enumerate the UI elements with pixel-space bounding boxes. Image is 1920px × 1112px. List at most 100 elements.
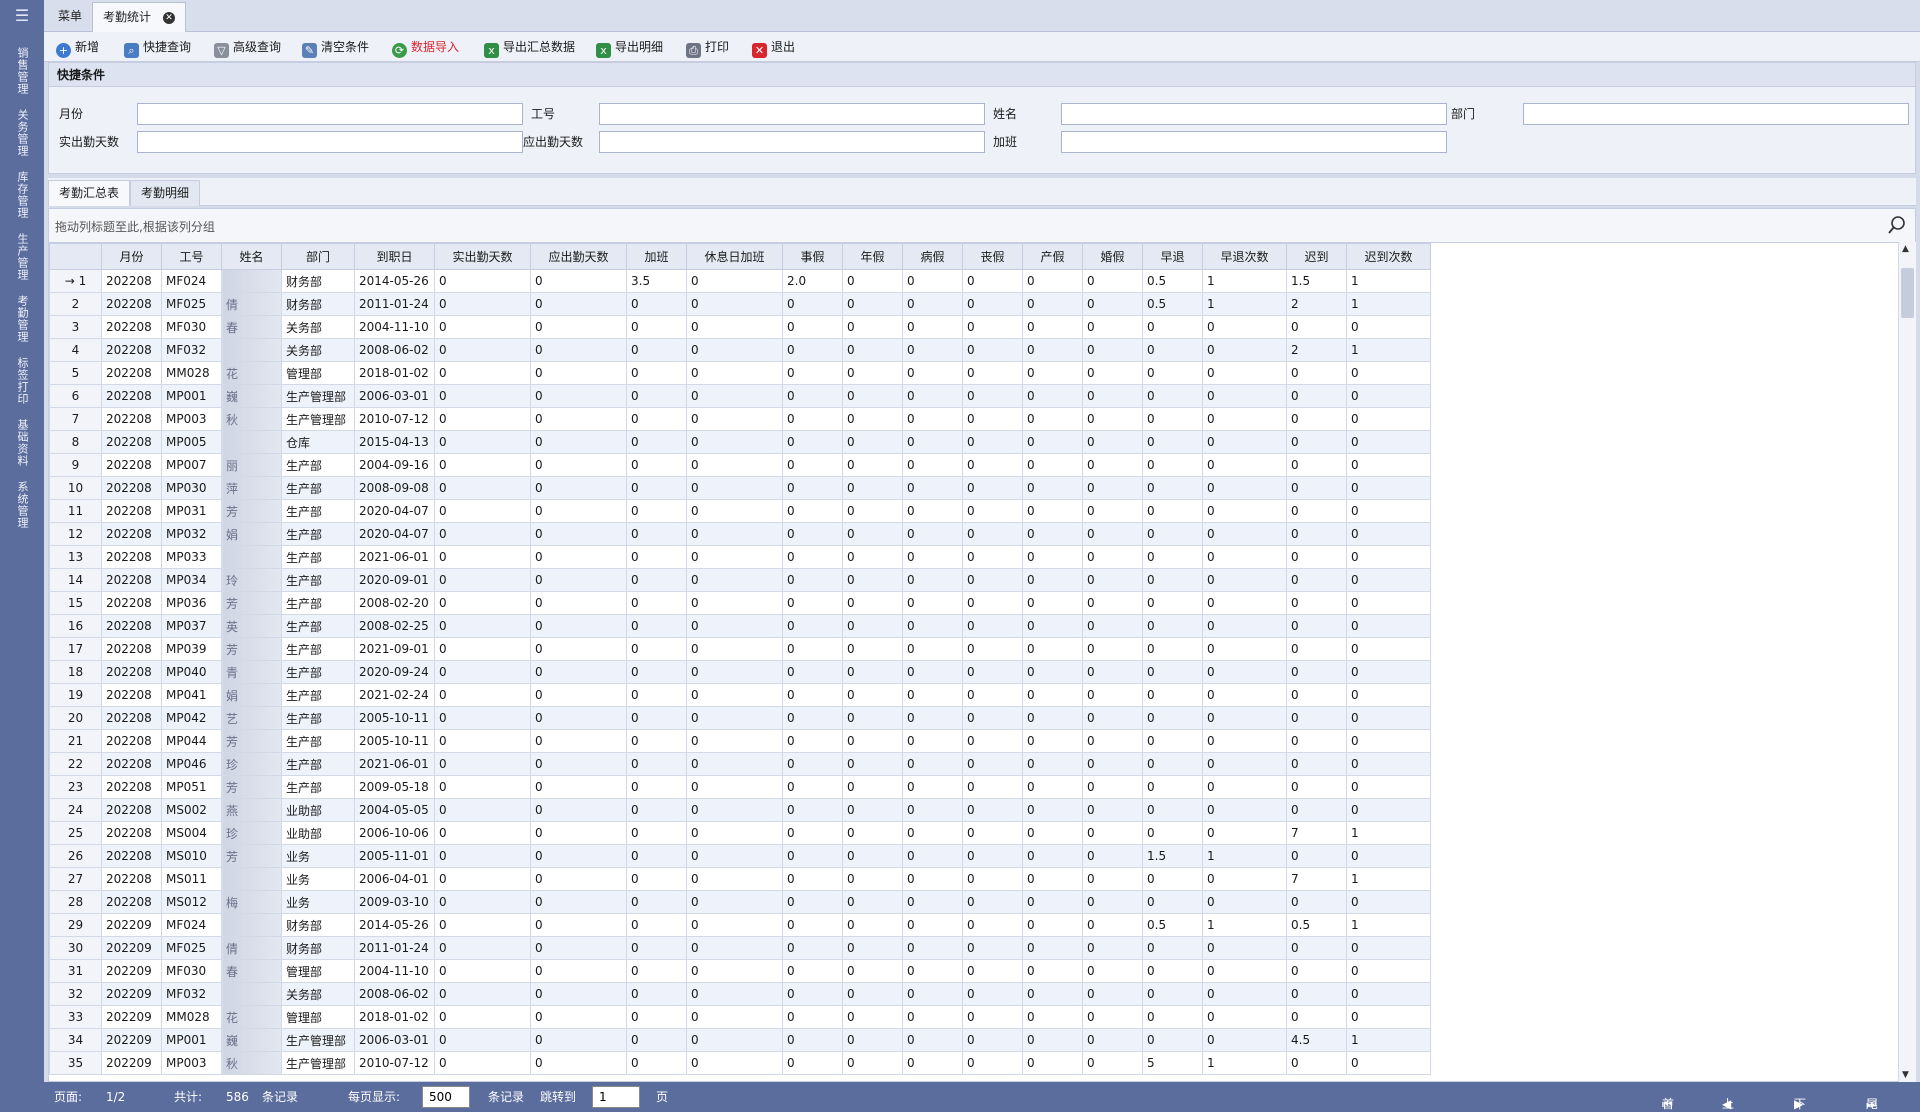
table-cell[interactable]: 0	[1346, 637, 1431, 661]
table-cell[interactable]: 0	[1346, 430, 1431, 454]
table-cell[interactable]: 0	[626, 752, 687, 776]
table-cell[interactable]: 0	[530, 637, 627, 661]
overtime-input[interactable]	[1061, 131, 1447, 153]
table-cell[interactable]: MF024	[161, 913, 222, 937]
table-cell[interactable]: 0	[434, 752, 531, 776]
table-cell[interactable]: 0	[530, 706, 627, 730]
table-cell[interactable]: 0	[1286, 1005, 1347, 1029]
close-icon[interactable]: ✕	[163, 11, 176, 24]
table-cell[interactable]: 0	[434, 614, 531, 638]
sidebar-item-sales[interactable]: 销售管理	[0, 40, 44, 102]
table-cell[interactable]: 0	[902, 545, 963, 569]
table-cell[interactable]: 生产部	[281, 591, 355, 615]
table-cell[interactable]: 珍	[221, 821, 282, 845]
table-row[interactable]: 15 202208 MP036 芳生产部 2008-02-20 0 0 0 0 0 0 0 0 0 0 0 0 0…	[49, 591, 1431, 615]
table-cell[interactable]: 珍	[221, 752, 282, 776]
table-cell[interactable]: 0	[1022, 959, 1083, 983]
table-cell[interactable]: 0	[1202, 384, 1287, 408]
table-cell[interactable]: 0	[1346, 545, 1431, 569]
table-cell[interactable]: 202208	[101, 568, 162, 592]
table-cell[interactable]: 2006-03-01	[354, 1028, 435, 1052]
tab-attendance-stats[interactable]: 考勤统计 ✕	[92, 2, 187, 32]
table-cell[interactable]: 0	[1022, 982, 1083, 1006]
table-cell[interactable]: 0	[626, 936, 687, 960]
table-cell[interactable]: 0	[842, 545, 903, 569]
table-cell[interactable]: 0	[1202, 407, 1287, 431]
table-cell[interactable]: 0	[1022, 1028, 1083, 1052]
table-cell[interactable]: 0	[842, 729, 903, 753]
table-row[interactable]: 31 202209 MF030 春管理部 2004-11-10 0 0 0 0 0 0 0 0 0 0 0 0 0…	[49, 959, 1431, 983]
table-cell[interactable]: 0	[1022, 384, 1083, 408]
table-cell[interactable]: 生产部	[281, 568, 355, 592]
table-cell[interactable]: 0	[530, 499, 627, 523]
table-cell[interactable]: 0	[962, 1051, 1023, 1075]
table-cell[interactable]: 0	[434, 338, 531, 362]
table-cell[interactable]: 0	[782, 936, 843, 960]
advanced-query-button[interactable]: ▽ 高级查询	[214, 37, 281, 58]
table-cell[interactable]: 0	[1142, 545, 1203, 569]
table-cell[interactable]: 0	[782, 407, 843, 431]
table-cell[interactable]: 0	[842, 821, 903, 845]
sidebar-item-basic-data[interactable]: 基础资料	[0, 412, 44, 474]
table-cell[interactable]: 0	[1286, 844, 1347, 868]
table-cell[interactable]: 0	[434, 798, 531, 822]
table-cell[interactable]: 202209	[101, 959, 162, 983]
table-cell[interactable]: 0	[626, 545, 687, 569]
table-cell[interactable]: 0	[1022, 269, 1083, 293]
table-cell[interactable]: 0	[686, 591, 783, 615]
table-cell[interactable]: 2011-01-24	[354, 936, 435, 960]
table-cell[interactable]: 财务部	[281, 913, 355, 937]
table-cell[interactable]: 0	[962, 453, 1023, 477]
table-cell[interactable]: 0	[1202, 1028, 1287, 1052]
table-cell[interactable]: MP001	[161, 384, 222, 408]
table-cell[interactable]: 2011-01-24	[354, 292, 435, 316]
table-cell[interactable]	[221, 867, 282, 891]
table-cell[interactable]: 0	[962, 683, 1023, 707]
table-cell[interactable]: 202208	[101, 798, 162, 822]
table-row[interactable]: 9 202208 MP007 丽生产部 2004-09-16 0 0 0 0 0 0 0 0 0 0 0 0 0 0	[49, 453, 1431, 477]
table-cell[interactable]: 0	[1022, 936, 1083, 960]
table-cell[interactable]: 0	[626, 683, 687, 707]
table-cell[interactable]: 1	[1346, 821, 1431, 845]
table-cell[interactable]: 0	[842, 476, 903, 500]
table-cell[interactable]: MP036	[161, 591, 222, 615]
exit-button[interactable]: ✕ 退出	[752, 37, 795, 58]
table-cell[interactable]: 0	[626, 798, 687, 822]
table-cell[interactable]: 202208	[101, 591, 162, 615]
table-cell[interactable]: 202208	[101, 844, 162, 868]
table-cell[interactable]: 0	[1082, 706, 1143, 730]
table-cell[interactable]: 2005-10-11	[354, 729, 435, 753]
table-row[interactable]: 24 202208 MS002 燕业助部 2004-05-05 0 0 0 0 0 0 0 0 0 0 0 0 0…	[49, 798, 1431, 822]
table-cell[interactable]: 0	[626, 913, 687, 937]
scrollbar-thumb[interactable]	[1901, 268, 1914, 318]
table-cell[interactable]: 0	[686, 499, 783, 523]
table-cell[interactable]: 0	[1142, 522, 1203, 546]
table-cell[interactable]: 0	[434, 729, 531, 753]
table-cell[interactable]: 0	[1022, 867, 1083, 891]
table-cell[interactable]: 0	[626, 867, 687, 891]
table-cell[interactable]: 0	[1202, 729, 1287, 753]
table-cell[interactable]: 0	[1082, 292, 1143, 316]
table-cell[interactable]: 0	[1082, 522, 1143, 546]
table-cell[interactable]: 0	[686, 568, 783, 592]
table-cell[interactable]: 0	[1082, 890, 1143, 914]
table-cell[interactable]: 0	[686, 614, 783, 638]
table-cell[interactable]: 0	[962, 660, 1023, 684]
table-cell[interactable]: 0	[686, 545, 783, 569]
table-cell[interactable]: 0	[1202, 660, 1287, 684]
column-header[interactable]: 迟到次数	[1346, 243, 1431, 270]
actual-days-input[interactable]	[137, 131, 523, 153]
column-header[interactable]: 工号	[161, 243, 222, 270]
column-header[interactable]: 加班	[626, 243, 687, 270]
table-cell[interactable]: 0	[1346, 683, 1431, 707]
table-cell[interactable]: MP039	[161, 637, 222, 661]
table-cell[interactable]: 202208	[101, 453, 162, 477]
table-cell[interactable]: 0	[1022, 614, 1083, 638]
export-summary-button[interactable]: x 导出汇总数据	[484, 37, 575, 58]
table-cell[interactable]: 0	[1286, 361, 1347, 385]
table-cell[interactable]: 0	[962, 315, 1023, 339]
table-cell[interactable]: 0	[434, 867, 531, 891]
table-cell[interactable]: 202208	[101, 614, 162, 638]
table-cell[interactable]	[221, 338, 282, 362]
table-cell[interactable]: 0	[1202, 683, 1287, 707]
